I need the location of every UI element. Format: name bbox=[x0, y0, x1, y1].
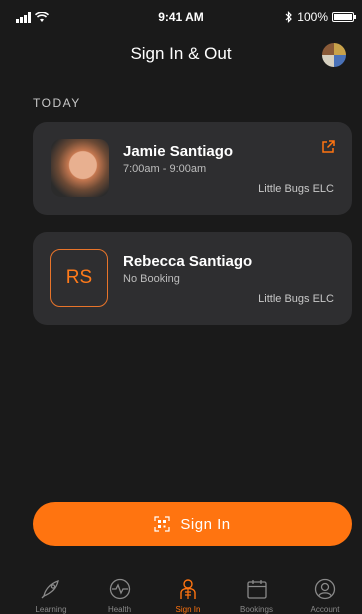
section-label-today: TODAY bbox=[33, 96, 81, 110]
child-photo bbox=[51, 139, 109, 197]
wifi-icon bbox=[35, 11, 49, 22]
tab-bookings[interactable]: Bookings bbox=[224, 576, 290, 614]
profile-avatar[interactable] bbox=[322, 43, 346, 67]
booking-status: No Booking bbox=[123, 273, 180, 285]
signal-icon bbox=[16, 11, 31, 23]
child-name: Jamie Santiago bbox=[123, 143, 234, 160]
status-right: 100% bbox=[285, 10, 356, 24]
tab-bar: Learning Health Sign In Bookings Account bbox=[0, 576, 362, 614]
tab-health[interactable]: Health bbox=[87, 576, 153, 614]
child-card-jamie[interactable]: Jamie Santiago 7:00am - 9:00am Little Bu… bbox=[33, 122, 352, 215]
nav-header: Sign In & Out bbox=[0, 34, 362, 74]
sign-in-button[interactable]: Sign In bbox=[33, 502, 352, 546]
external-link-icon[interactable] bbox=[320, 139, 336, 155]
sign-in-label: Sign In bbox=[180, 515, 231, 533]
bluetooth-icon bbox=[285, 11, 293, 23]
heartbeat-icon bbox=[109, 578, 130, 600]
tab-sign-in[interactable]: Sign In bbox=[155, 576, 221, 614]
page-title: Sign In & Out bbox=[130, 44, 232, 63]
rocket-icon bbox=[41, 580, 59, 599]
status-bar: 9:41 AM 100% bbox=[0, 0, 362, 34]
tab-account[interactable]: Account bbox=[292, 576, 358, 614]
status-left bbox=[16, 11, 49, 23]
calendar-icon bbox=[246, 580, 267, 599]
booking-time: 7:00am - 9:00am bbox=[123, 163, 207, 175]
tab-learning[interactable]: Learning bbox=[18, 576, 84, 614]
battery-icon bbox=[332, 12, 356, 22]
child-icon bbox=[180, 579, 196, 599]
child-name: Rebecca Santiago bbox=[123, 253, 253, 270]
account-icon bbox=[314, 578, 336, 600]
qr-code-icon bbox=[154, 516, 170, 532]
centre-name: Little Bugs ELC bbox=[258, 183, 334, 195]
battery-percent: 100% bbox=[297, 10, 328, 24]
child-card-rebecca[interactable]: RS Rebecca Santiago No Booking Little Bu… bbox=[33, 232, 352, 325]
child-initials-avatar: RS bbox=[50, 249, 108, 307]
centre-name: Little Bugs ELC bbox=[258, 293, 334, 305]
